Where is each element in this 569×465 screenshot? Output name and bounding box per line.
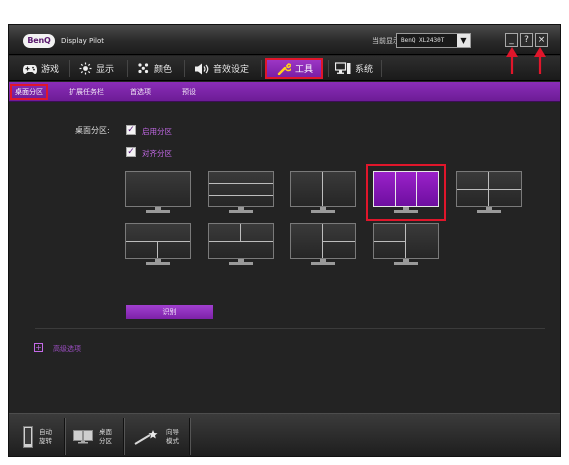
tab-game[interactable]: 游戏 (23, 58, 59, 79)
display-pilot-window: BenQ Display Pilot 当前显示 BenQ XL2430T ▼ _… (8, 24, 561, 457)
gamepad-icon (23, 64, 37, 74)
desktop-partition-icon (73, 429, 93, 444)
tab-display-label: 显示 (96, 65, 115, 75)
layout-option-three-rows[interactable] (208, 171, 274, 216)
identify-button[interactable]: 识别 (126, 305, 213, 319)
auto-rotate-line2: 旋转 (39, 436, 52, 445)
desktop-partition-line1: 桌面 (99, 427, 112, 436)
layout-option-top-full-bottom-split[interactable] (125, 223, 191, 268)
help-button[interactable]: ? (520, 33, 533, 47)
section-divider (35, 328, 545, 329)
main-tab-bar: 游戏 显示 颜色 音效设定 工具 系统 (9, 56, 560, 81)
advanced-options-label[interactable]: 高级选项 (53, 344, 81, 354)
title-bar: BenQ Display Pilot 当前显示 BenQ XL2430T ▼ _… (9, 25, 560, 55)
tab-divider (381, 60, 382, 77)
layout-option-two-columns[interactable] (290, 171, 356, 216)
auto-rotate-button[interactable]: 自动 旋转 (23, 414, 52, 456)
minimize-button[interactable]: _ (505, 33, 518, 47)
auto-rotate-line1: 自动 (39, 427, 52, 436)
tab-divider (328, 60, 329, 77)
system-icon (335, 62, 351, 75)
layout-option-three-columns[interactable] (373, 171, 439, 216)
tab-system-label: 系统 (355, 65, 374, 75)
rotate-monitor-icon (23, 425, 33, 448)
desktop-partition-panel: 桌面分区: ✓ 启用分区 ✓ 对齐分区 识别 + 高级选项 (9, 103, 560, 413)
subtab-desktop-partition[interactable]: 桌面分区 (10, 84, 48, 100)
close-button[interactable]: × (535, 33, 548, 47)
tab-divider (69, 60, 70, 77)
desktop-partition-label: 桌面分区: (75, 126, 110, 135)
speaker-icon (195, 63, 209, 75)
desktop-partition-button[interactable]: 桌面 分区 (73, 414, 112, 456)
enable-partition-label: 启用分区 (142, 127, 172, 136)
desktop-partition-line2: 分区 (99, 436, 112, 445)
tab-color-label: 颜色 (154, 65, 173, 75)
wizard-wand-icon (134, 429, 160, 445)
current-display-select[interactable]: BenQ XL2430T ▼ (396, 33, 471, 48)
footer-divider (64, 418, 65, 455)
enable-partition-checkbox[interactable]: ✓ (126, 125, 136, 135)
wizard-mode-line1: 向导 (166, 427, 179, 436)
layout-option-four-quadrants[interactable] (456, 171, 522, 216)
tab-tools-label: 工具 (295, 65, 314, 75)
footer-divider (189, 418, 190, 455)
tab-display[interactable]: 显示 (79, 58, 114, 79)
footer-divider (123, 418, 124, 455)
align-partition-label: 对齐分区 (142, 149, 172, 158)
wizard-mode-line2: 模式 (166, 436, 179, 445)
tab-audio[interactable]: 音效设定 (195, 58, 249, 79)
app-title: Display Pilot (61, 37, 105, 45)
layout-option-left-split-right-full[interactable] (373, 223, 439, 268)
tab-game-label: 游戏 (41, 65, 60, 75)
layout-option-full[interactable] (125, 171, 191, 216)
color-dots-icon (137, 62, 150, 75)
expand-advanced-button[interactable]: + (34, 343, 43, 352)
chevron-down-icon[interactable]: ▼ (457, 34, 470, 47)
tab-divider (261, 60, 262, 77)
tab-audio-label: 音效设定 (213, 65, 250, 75)
brightness-icon (79, 62, 92, 75)
footer-bar: 自动 旋转 桌面 分区 向导 模式 (9, 413, 560, 456)
tab-system[interactable]: 系统 (335, 58, 373, 79)
wizard-mode-button[interactable]: 向导 模式 (134, 414, 179, 456)
tab-divider (127, 60, 128, 77)
subtab-extended-taskbar[interactable]: 扩展任务栏 (66, 84, 107, 100)
subtab-preferences[interactable]: 首选项 (127, 84, 154, 100)
tab-divider (184, 60, 185, 77)
current-display-value: BenQ XL2430T (401, 37, 445, 44)
benq-logo: BenQ (23, 34, 55, 48)
wrench-icon (277, 62, 291, 75)
sub-tab-bar: 桌面分区 扩展任务栏 首选项 预设 (9, 82, 560, 102)
subtab-presets[interactable]: 预设 (179, 84, 199, 100)
tab-color[interactable]: 颜色 (137, 58, 172, 79)
tab-tools[interactable]: 工具 (265, 58, 323, 79)
layout-option-top-split-bottom-full[interactable] (208, 223, 274, 268)
align-partition-checkbox[interactable]: ✓ (126, 147, 136, 157)
layout-option-left-full-right-split[interactable] (290, 223, 356, 268)
